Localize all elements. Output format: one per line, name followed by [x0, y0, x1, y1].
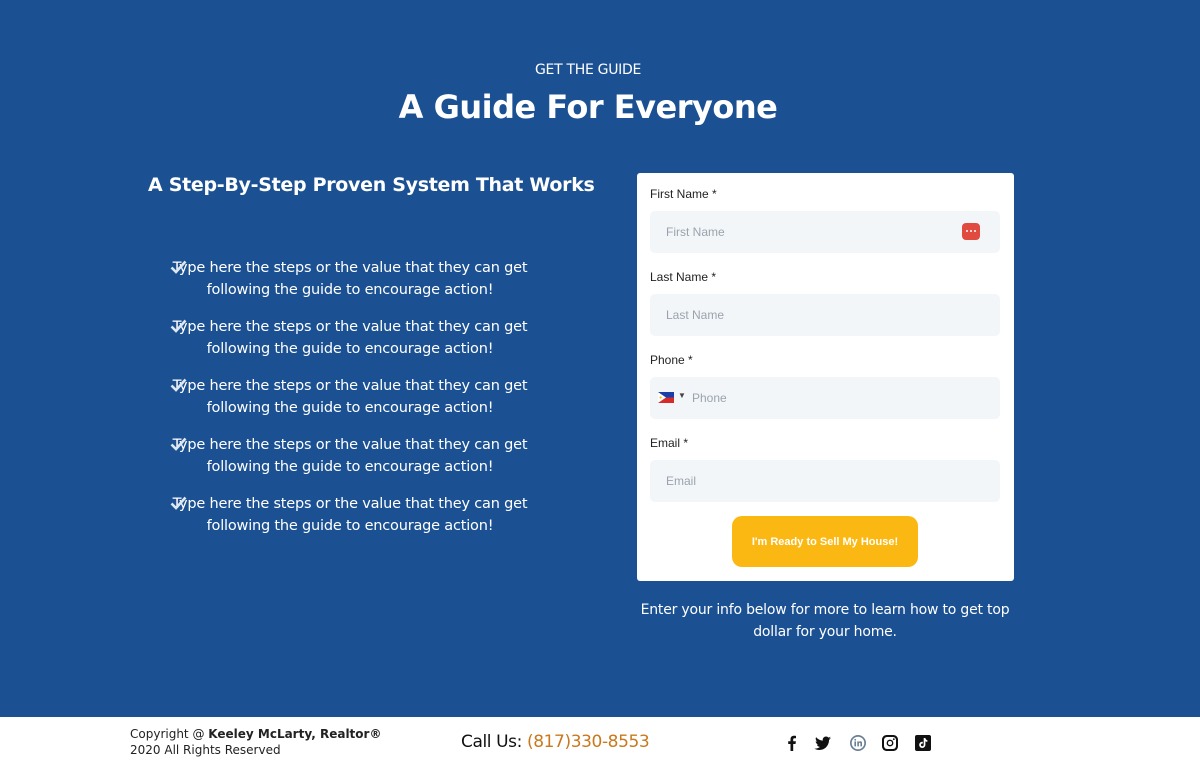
email-field[interactable] — [650, 460, 1000, 502]
checkmark-icon — [170, 437, 187, 451]
call-label: Call Us: — [461, 732, 527, 752]
phone-link[interactable]: (817)330-8553 — [527, 732, 650, 752]
last-name-label: Last Name * — [650, 270, 717, 284]
email-label: Email * — [650, 436, 689, 450]
form-note: Enter your info below for more to learn … — [628, 599, 1022, 643]
lead-form: First Name * Last Name * Phone * ▼ Email… — [637, 173, 1014, 581]
hero-section: GET THE GUIDE A Guide For Everyone A Ste… — [0, 0, 1200, 717]
first-name-field-wrap — [650, 211, 1000, 253]
step-line-1: Type here the steps or the value that th… — [172, 378, 528, 394]
first-name-label: First Name * — [650, 187, 717, 201]
step-line-1: Type here the steps or the value that th… — [172, 260, 528, 276]
footer: Copyright @ Keeley McLarty, Realtor® 202… — [0, 717, 1200, 764]
checkmark-icon — [170, 496, 187, 510]
form-note-line-1: Enter your info below for more to learn … — [640, 602, 1010, 618]
checkmark-icon — [170, 260, 187, 274]
step-line-2: following the guide to encourage action! — [206, 518, 494, 534]
step-line-1: Type here the steps or the value that th… — [172, 319, 528, 335]
last-name-field-wrap — [650, 294, 1000, 336]
list-item: Type here the steps or the value that th… — [150, 257, 550, 316]
linkedin-icon[interactable] — [849, 734, 867, 752]
tiktok-icon[interactable] — [914, 734, 932, 752]
submit-button[interactable]: I'm Ready to Sell My House! — [732, 516, 918, 567]
step-line-1: Type here the steps or the value that th… — [172, 496, 528, 512]
last-name-field[interactable] — [650, 294, 1000, 336]
copyright-line-2: 2020 All Rights Reserved — [130, 743, 281, 757]
checkmark-icon — [170, 319, 187, 333]
call-us: Call Us: (817)330-8553 — [461, 732, 650, 752]
steps-list: Type here the steps or the value that th… — [150, 257, 550, 552]
step-line-1: Type here the steps or the value that th… — [172, 437, 528, 453]
copyright-prefix: Copyright @ — [130, 727, 209, 741]
list-item: Type here the steps or the value that th… — [150, 375, 550, 434]
phone-field[interactable] — [650, 377, 1000, 419]
instagram-icon[interactable] — [881, 734, 899, 752]
email-field-wrap — [650, 460, 1000, 502]
step-line-2: following the guide to encourage action! — [206, 282, 494, 298]
checkmark-icon — [170, 378, 187, 392]
eyebrow-text: GET THE GUIDE — [534, 62, 642, 78]
copyright-owner: Keeley McLarty, Realtor® — [208, 727, 382, 741]
step-line-2: following the guide to encourage action! — [206, 341, 494, 357]
form-note-line-2: dollar for your home. — [753, 624, 897, 640]
first-name-field[interactable] — [650, 211, 1000, 253]
phone-field-wrap: ▼ — [650, 377, 1000, 419]
password-manager-icon[interactable] — [962, 223, 980, 240]
step-line-2: following the guide to encourage action! — [206, 400, 494, 416]
list-item: Type here the steps or the value that th… — [150, 316, 550, 375]
twitter-icon[interactable] — [814, 734, 832, 752]
phone-label: Phone * — [650, 353, 693, 367]
list-item: Type here the steps or the value that th… — [150, 493, 550, 552]
philippines-flag-icon[interactable] — [658, 392, 674, 403]
copyright-text: Copyright @ Keeley McLarty, Realtor® 202… — [130, 726, 381, 758]
facebook-icon[interactable] — [783, 734, 801, 752]
step-line-2: following the guide to encourage action! — [206, 459, 494, 475]
page-title: A Guide For Everyone — [398, 88, 778, 126]
section-subtitle: A Step-By-Step Proven System That Works — [148, 174, 595, 196]
chevron-down-icon[interactable]: ▼ — [678, 391, 686, 400]
list-item: Type here the steps or the value that th… — [150, 434, 550, 493]
